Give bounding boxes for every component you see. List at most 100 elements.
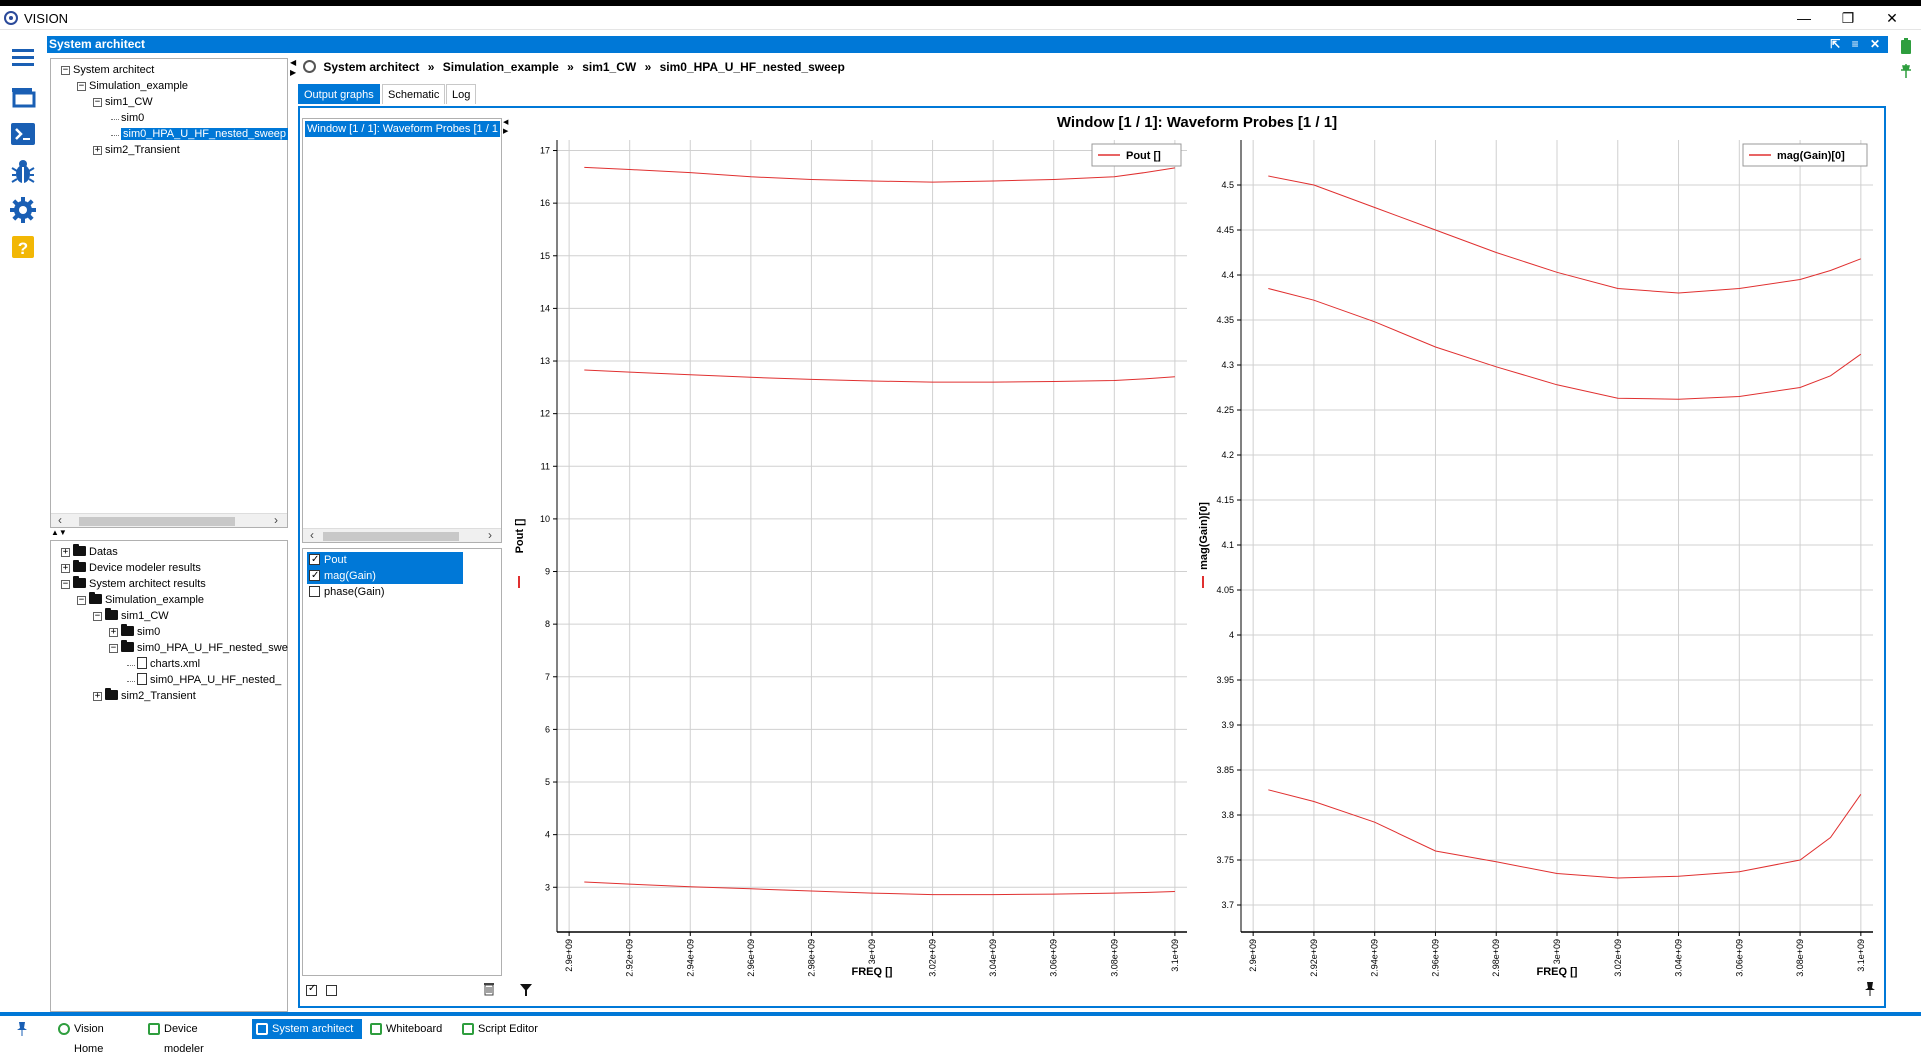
tree-node[interactable]: Simulation_example (89, 79, 188, 93)
uncheck-all-button[interactable] (326, 983, 341, 997)
tree-toggle[interactable]: − (61, 66, 70, 75)
tree-toggle[interactable]: + (61, 548, 70, 557)
breadcrumb-item[interactable]: Simulation_example (443, 60, 559, 74)
tree-connector (111, 135, 119, 136)
maximize-button[interactable]: ❐ (1828, 8, 1868, 28)
diagram-icon (256, 1023, 268, 1035)
checkbox[interactable] (309, 568, 320, 584)
window-list-panel: Window [1 / 1]: Waveform Probes [1 / 1 ‹… (302, 118, 502, 543)
tree-node[interactable]: charts.xml (137, 657, 200, 671)
pin-chart-icon[interactable] (1864, 982, 1876, 996)
tree-toggle[interactable]: + (93, 146, 102, 155)
folder-icon (73, 576, 86, 588)
window-list-item[interactable]: Window [1 / 1]: Waveform Probes [1 / 1 (305, 121, 501, 137)
tree-toggle[interactable]: + (93, 692, 102, 701)
breadcrumb-item[interactable]: System architect (323, 60, 419, 74)
tree-toggle[interactable]: − (77, 82, 86, 91)
taskbar-item[interactable]: Vision Home (54, 1019, 138, 1055)
y-tick-label: 4.25 (1216, 405, 1234, 415)
tab-bar: Output graphs Schematic Log (298, 84, 598, 106)
app-title: VISION (24, 11, 69, 26)
tree-node-label: sim0_HPA_U_HF_nested_sweep (121, 128, 289, 140)
tree-node[interactable]: System architect results (73, 576, 206, 591)
breadcrumb-item[interactable]: sim0_HPA_U_HF_nested_sweep (660, 60, 845, 74)
window-list-scrollbar[interactable]: ‹ › (303, 528, 501, 542)
tree-node[interactable]: Simulation_example (89, 592, 204, 607)
tree-node[interactable]: sim0 (121, 111, 144, 125)
taskbar-item[interactable]: Device modeler (144, 1019, 244, 1055)
tree-node-label: Device modeler results (89, 562, 201, 574)
collapse-arrows[interactable]: ◀ ▶ (290, 58, 298, 82)
menu-icon[interactable] (9, 44, 37, 72)
taskbar-item[interactable]: Script Editor (458, 1019, 542, 1039)
tree-node-label: Datas (89, 546, 118, 558)
tree-node[interactable]: Datas (73, 544, 118, 559)
tree-toggle[interactable]: + (61, 564, 70, 573)
check-all-button[interactable] (306, 983, 321, 997)
clear-icon[interactable] (482, 982, 496, 996)
help-icon[interactable]: ? (9, 234, 37, 262)
taskbar-pin-icon[interactable] (16, 1022, 28, 1036)
scroll-thumb[interactable] (323, 532, 459, 541)
pin-icon[interactable] (1899, 64, 1913, 78)
folder-icon (121, 624, 134, 636)
tree-node[interactable]: sim2_Transient (105, 143, 180, 157)
tree-toggle[interactable]: − (109, 644, 118, 653)
tree-node[interactable]: Device modeler results (73, 560, 201, 575)
tree-toggle[interactable]: − (93, 612, 102, 621)
taskbar-item[interactable]: Whiteboard (366, 1019, 452, 1039)
vision-breadcrumb-icon (303, 60, 316, 73)
y-tick-label: 3.95 (1216, 675, 1234, 685)
tree-toggle[interactable]: − (77, 596, 86, 605)
scroll-left-arrow[interactable]: ‹ (305, 529, 319, 543)
tab-schematic[interactable]: Schematic (382, 84, 446, 104)
x-tick-label: 2.96e+09 (746, 939, 756, 977)
pane-header-buttons[interactable]: ⇱ ≡ ✕ (1830, 36, 1884, 53)
y-tick-label: 4.2 (1221, 450, 1234, 460)
project-tree-scrollbar[interactable]: ‹ › (51, 513, 287, 527)
tree-node[interactable]: sim0_HPA_U_HF_nested_sweep (121, 127, 289, 141)
tab-output-graphs[interactable]: Output graphs (298, 84, 380, 104)
y-tick-label: 12 (540, 409, 550, 419)
scroll-left-arrow[interactable]: ‹ (53, 514, 67, 528)
x-tick-label: 3.1e+09 (1856, 939, 1866, 972)
series-line (1268, 288, 1862, 400)
tree-node[interactable]: sim1_CW (105, 608, 169, 623)
uncheck-all-icon (326, 985, 337, 996)
filter-icon[interactable] (519, 983, 533, 997)
tree-node[interactable]: sim0_HPA_U_HF_nested_ (137, 673, 281, 687)
scroll-right-arrow[interactable]: › (269, 514, 283, 528)
folder-stack-icon[interactable] (9, 82, 37, 110)
tree-node[interactable]: sim1_CW (105, 95, 153, 109)
taskbar-item[interactable]: System architect (252, 1019, 362, 1039)
tree-node[interactable]: sim0 (121, 624, 160, 639)
probe-item-phase-gain[interactable]: phase(Gain) (307, 584, 463, 600)
window-titlebar: VISION — ❐ ✕ (0, 6, 1921, 30)
x-tick-label: 3.06e+09 (1734, 939, 1744, 977)
tree-toggle[interactable]: − (93, 98, 102, 107)
checkbox[interactable] (309, 552, 320, 568)
breadcrumb-item[interactable]: sim1_CW (582, 60, 636, 74)
tree-node[interactable]: System architect (73, 63, 154, 77)
scroll-thumb[interactable] (79, 517, 235, 526)
x-tick-label: 2.94e+09 (1370, 939, 1380, 977)
scroll-right-arrow[interactable]: › (483, 529, 497, 543)
x-tick-label: 3e+09 (867, 939, 877, 964)
tree-toggle[interactable]: − (61, 580, 70, 589)
taskbar-item-label: Script Editor (478, 1023, 538, 1035)
terminal-icon[interactable] (9, 120, 37, 148)
tree-toggle[interactable]: + (109, 628, 118, 637)
tab-log[interactable]: Log (446, 84, 477, 104)
taskbar: Vision Home Device modeler System architec… (0, 1012, 1921, 1055)
tree-node[interactable]: sim0_HPA_U_HF_nested_swe (121, 640, 288, 655)
probe-item-pout[interactable]: Pout (307, 552, 463, 568)
window-list-collapse-arrows[interactable]: ◀ ▶ (503, 118, 511, 138)
close-button[interactable]: ✕ (1872, 8, 1912, 28)
bug-icon[interactable] (9, 158, 37, 186)
probe-item-mag-gain[interactable]: mag(Gain) (307, 568, 463, 584)
gear-icon[interactable] (9, 196, 37, 224)
splitter-arrows[interactable]: ▲▼ (51, 528, 67, 537)
tree-node[interactable]: sim2_Transient (105, 688, 196, 703)
checkbox[interactable] (309, 586, 320, 597)
minimize-button[interactable]: — (1784, 8, 1824, 28)
